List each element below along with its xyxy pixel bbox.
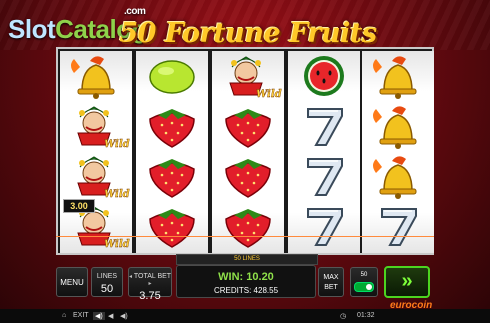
volume-icon[interactable]: ◀) bbox=[120, 312, 128, 320]
sound-on-icon[interactable]: ◀) bbox=[93, 312, 105, 320]
lines-selector[interactable]: LINES 50 bbox=[91, 267, 123, 297]
symbol-wild-icon: Wild bbox=[60, 101, 132, 151]
symbol-seven-icon bbox=[288, 151, 360, 201]
symbol-strawberry-icon bbox=[212, 151, 284, 201]
svg-text:Wild: Wild bbox=[104, 239, 130, 250]
speaker-icon[interactable]: ◀ bbox=[108, 312, 113, 320]
spin-button[interactable]: » bbox=[384, 266, 430, 298]
clock-time: 01:32 bbox=[357, 312, 375, 319]
symbol-bell-icon bbox=[362, 101, 434, 151]
symbol-strawberry-icon bbox=[212, 201, 284, 251]
exit-link[interactable]: EXIT bbox=[73, 312, 89, 319]
bet-decrease-icon[interactable]: ◂ bbox=[129, 274, 132, 280]
home-icon[interactable]: ⌂ bbox=[62, 312, 66, 319]
total-bet-selector[interactable]: ◂ TOTAL BET ▸ 3.75 bbox=[128, 267, 172, 302]
reel-4 bbox=[288, 51, 360, 253]
total-bet-label: TOTAL BET bbox=[133, 273, 171, 280]
clock-icon: ◷ bbox=[340, 313, 347, 320]
symbol-bell-icon bbox=[60, 51, 132, 101]
max-bet-button[interactable]: MAX BET bbox=[318, 267, 344, 297]
bottom-bar: ⌂ EXIT ◀) ◀ ◀) ◷ 01:32 bbox=[0, 309, 490, 323]
symbol-seven-icon bbox=[288, 101, 360, 151]
line-win-badge: 3.00 bbox=[63, 199, 95, 213]
lines-label: LINES bbox=[96, 273, 118, 280]
symbol-strawberry-icon bbox=[136, 201, 208, 251]
symbol-seven-icon bbox=[288, 201, 360, 251]
autoplay-count: 50 bbox=[360, 272, 368, 278]
spin-arrows-icon: » bbox=[401, 270, 413, 292]
autoplay-toggle[interactable]: 50 bbox=[350, 267, 378, 297]
symbol-seven-icon bbox=[362, 201, 434, 251]
svg-text:Wild: Wild bbox=[256, 89, 282, 100]
reel-3: Wild bbox=[212, 51, 284, 253]
symbol-watermelon-icon bbox=[288, 51, 360, 101]
symbol-strawberry-icon bbox=[136, 101, 208, 151]
credits-amount: CREDITS: 428.55 bbox=[213, 286, 279, 295]
reel-5 bbox=[362, 51, 434, 253]
symbol-strawberry-icon bbox=[212, 101, 284, 151]
win-amount: WIN: 10.20 bbox=[218, 271, 274, 283]
watermark-part1: Slot bbox=[8, 14, 56, 44]
win-credits-panel: WIN: 10.20 CREDITS: 428.55 bbox=[176, 265, 316, 298]
svg-text:Wild: Wild bbox=[104, 189, 130, 200]
total-bet-value: 3.75 bbox=[139, 290, 161, 302]
svg-text:Wild: Wild bbox=[104, 139, 130, 150]
max-bet-label-2: BET bbox=[324, 284, 338, 291]
symbol-bell-icon bbox=[362, 51, 434, 101]
winning-payline bbox=[56, 236, 434, 237]
max-bet-label-1: MAX bbox=[323, 274, 339, 281]
game-title: 50 Fortune Fruits bbox=[119, 18, 377, 49]
symbol-bell-icon bbox=[362, 151, 434, 201]
bet-increase-icon[interactable]: ▸ bbox=[148, 281, 151, 287]
menu-button[interactable]: MENU bbox=[56, 267, 88, 297]
symbol-lime-icon bbox=[136, 51, 208, 101]
reel-1: Wild Wild Wild bbox=[60, 51, 132, 253]
symbol-wild-icon: Wild bbox=[212, 51, 284, 101]
reels-area: Wild Wild Wild Wild bbox=[56, 47, 434, 255]
symbol-strawberry-icon bbox=[136, 151, 208, 201]
symbol-wild-icon: Wild bbox=[60, 151, 132, 201]
lines-indicator: 50 LINES bbox=[176, 254, 318, 265]
reel-2 bbox=[136, 51, 208, 253]
watermark-domain: .com bbox=[124, 6, 146, 17]
lines-value: 50 bbox=[100, 283, 114, 295]
toggle-switch-icon bbox=[354, 282, 374, 292]
total-bet-label-row: ◂ TOTAL BET ▸ bbox=[129, 273, 171, 287]
